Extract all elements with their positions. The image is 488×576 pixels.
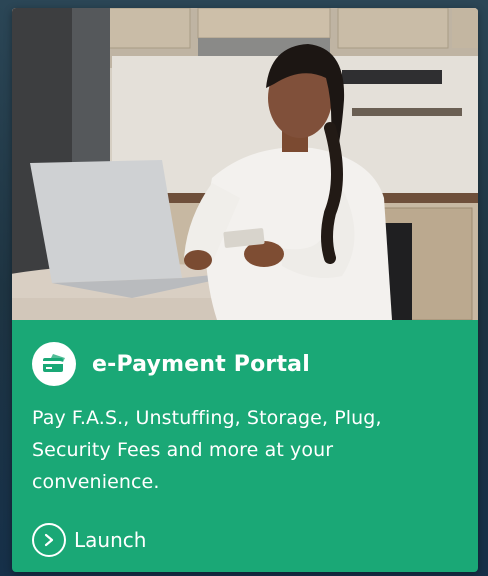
card-description: Pay F.A.S., Unstuffing, Storage, Plug, S… xyxy=(32,407,382,493)
e-payment-card: e-Payment Portal Pay F.A.S., Unstuffing,… xyxy=(12,8,478,572)
payment-card-glyph xyxy=(43,354,65,372)
hero-image xyxy=(12,8,478,320)
hero-photo-illustration xyxy=(12,8,478,320)
chevron-right-glyph xyxy=(44,533,54,547)
payment-card-icon xyxy=(32,342,76,386)
launch-label: Launch xyxy=(74,528,147,552)
panel-header: e-Payment Portal xyxy=(32,342,310,386)
chevron-right-icon xyxy=(32,523,66,557)
card-title: e-Payment Portal xyxy=(92,351,310,377)
info-panel: e-Payment Portal Pay F.A.S., Unstuffing,… xyxy=(12,320,478,572)
launch-button[interactable]: Launch xyxy=(32,520,146,560)
